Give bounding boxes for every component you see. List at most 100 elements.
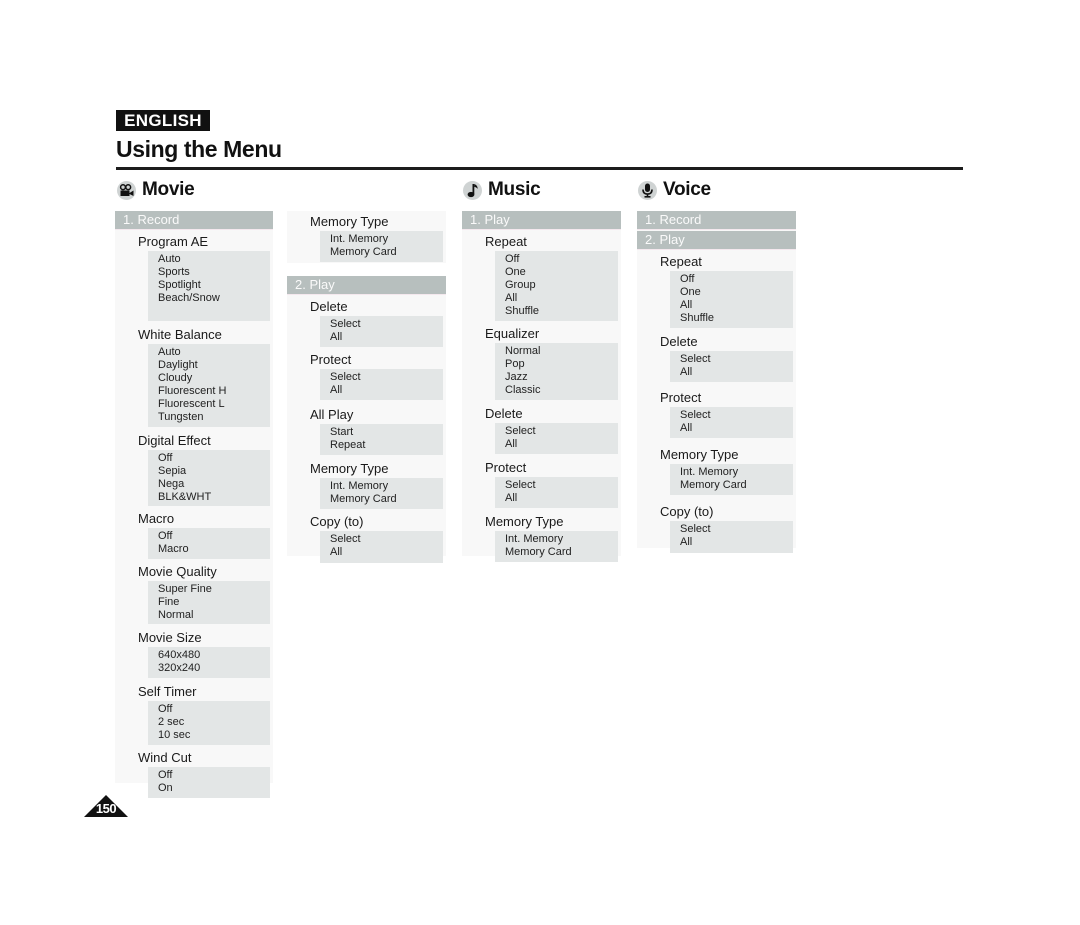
menu-option[interactable]: Normal — [158, 609, 270, 622]
menu-option[interactable]: Nega — [158, 478, 270, 491]
menu-group-label[interactable]: Delete — [637, 334, 796, 350]
menu-option[interactable]: Memory Card — [330, 246, 443, 259]
menu-group-label[interactable]: Protect — [287, 352, 446, 368]
menu-option[interactable]: Tungsten — [158, 411, 270, 424]
menu-option[interactable]: All — [680, 536, 793, 549]
menu-group-label[interactable]: Program AE — [115, 234, 273, 250]
menu-group-label[interactable]: Repeat — [637, 254, 796, 270]
menu-option[interactable]: Fine — [158, 596, 270, 609]
menu-option[interactable]: Sepia — [158, 465, 270, 478]
menu-option[interactable]: Off — [158, 530, 270, 543]
menu-options-box: Auto Sports Spotlight Beach/Snow — [148, 251, 270, 321]
menu-group-label[interactable]: Memory Type — [287, 461, 446, 477]
menu-option[interactable]: One — [680, 286, 793, 299]
menu-option[interactable]: Select — [505, 425, 618, 438]
menu-header-movie-play[interactable]: 2. Play — [287, 276, 446, 295]
menu-option[interactable]: Select — [330, 533, 443, 546]
menu-option[interactable]: Daylight — [158, 359, 270, 372]
movie-record-continued-groups: Memory Type Int. Memory Memory Card — [287, 214, 446, 262]
menu-option[interactable]: Int. Memory — [680, 466, 793, 479]
menu-group-label[interactable]: Digital Effect — [115, 433, 273, 449]
menu-group-label[interactable]: Movie Quality — [115, 564, 273, 580]
menu-option[interactable]: Select — [505, 479, 618, 492]
menu-option[interactable]: All — [330, 546, 443, 559]
menu-group-label[interactable]: Repeat — [462, 234, 621, 250]
menu-group-label[interactable]: Macro — [115, 511, 273, 527]
menu-group-label[interactable]: Copy (to) — [287, 514, 446, 530]
menu-group-label[interactable]: Equalizer — [462, 326, 621, 342]
movie-record-continued-panel: Memory Type Int. Memory Memory Card — [287, 211, 446, 263]
menu-option[interactable]: Jazz — [505, 371, 618, 384]
menu-option[interactable]: Repeat — [330, 439, 443, 452]
menu-option[interactable]: Sports — [158, 266, 270, 279]
menu-option[interactable]: Off — [158, 769, 270, 782]
menu-group-label[interactable]: Self Timer — [115, 684, 273, 700]
menu-group-label[interactable]: Memory Type — [462, 514, 621, 530]
menu-option[interactable]: Cloudy — [158, 372, 270, 385]
menu-group-label[interactable]: Wind Cut — [115, 750, 273, 766]
menu-option[interactable]: 10 sec — [158, 729, 270, 742]
menu-option[interactable]: Group — [505, 279, 618, 292]
menu-option[interactable]: 320x240 — [158, 662, 270, 675]
menu-option[interactable]: Off — [158, 703, 270, 716]
menu-option[interactable]: On — [158, 782, 270, 795]
menu-option[interactable]: Int. Memory — [505, 533, 618, 546]
menu-option[interactable]: All — [330, 384, 443, 397]
menu-option[interactable]: Normal — [505, 345, 618, 358]
menu-header-movie-record[interactable]: 1. Record — [115, 211, 273, 230]
menu-option[interactable]: One — [505, 266, 618, 279]
menu-option[interactable]: All — [680, 366, 793, 379]
menu-option[interactable]: 2 sec — [158, 716, 270, 729]
menu-option[interactable]: Memory Card — [680, 479, 793, 492]
menu-option[interactable]: Shuffle — [680, 312, 793, 325]
menu-option[interactable]: Memory Card — [505, 546, 618, 559]
menu-group-label[interactable]: Delete — [462, 406, 621, 422]
menu-group-label[interactable]: All Play — [287, 407, 446, 423]
menu-option[interactable]: Off — [680, 273, 793, 286]
menu-group-label[interactable]: Movie Size — [115, 630, 273, 646]
menu-header-music-play[interactable]: 1. Play — [462, 211, 621, 230]
menu-option[interactable]: Super Fine — [158, 583, 270, 596]
menu-group-label[interactable]: Copy (to) — [637, 504, 796, 520]
menu-option[interactable]: Macro — [158, 543, 270, 556]
menu-option[interactable]: Select — [330, 318, 443, 331]
section-title-voice: Voice — [663, 179, 711, 200]
menu-option[interactable]: Select — [680, 353, 793, 366]
menu-header-voice-play[interactable]: 2. Play — [637, 231, 796, 250]
menu-option[interactable]: Fluorescent H — [158, 385, 270, 398]
menu-option[interactable]: All — [505, 438, 618, 451]
menu-option[interactable]: BLK&WHT — [158, 491, 270, 504]
menu-option[interactable]: Auto — [158, 253, 270, 266]
menu-option[interactable]: Off — [158, 452, 270, 465]
menu-group-label[interactable]: Protect — [462, 460, 621, 476]
menu-option[interactable]: Auto — [158, 346, 270, 359]
menu-option[interactable]: Classic — [505, 384, 618, 397]
menu-option[interactable]: Select — [680, 409, 793, 422]
menu-option[interactable]: Start — [330, 426, 443, 439]
menu-option[interactable]: Memory Card — [330, 493, 443, 506]
menu-option[interactable]: Shuffle — [505, 305, 618, 318]
menu-option[interactable]: Off — [505, 253, 618, 266]
menu-option[interactable]: All — [505, 292, 618, 305]
menu-option[interactable]: All — [505, 492, 618, 505]
menu-option[interactable]: Int. Memory — [330, 233, 443, 246]
menu-group-label[interactable]: Delete — [287, 299, 446, 315]
menu-option[interactable]: Select — [330, 371, 443, 384]
menu-option[interactable]: Select — [680, 523, 793, 536]
menu-option[interactable]: Beach/Snow — [158, 292, 270, 305]
menu-option[interactable]: All — [680, 422, 793, 435]
menu-option[interactable]: Spotlight — [158, 279, 270, 292]
menu-group-label[interactable]: Protect — [637, 390, 796, 406]
menu-header-voice-record[interactable]: 1. Record — [637, 211, 796, 230]
menu-group-label[interactable]: Memory Type — [287, 214, 446, 230]
menu-option[interactable]: 640x480 — [158, 649, 270, 662]
menu-option[interactable]: Fluorescent L — [158, 398, 270, 411]
menu-options-box: Off On — [148, 767, 270, 798]
menu-options-box: Off Sepia Nega BLK&WHT — [148, 450, 270, 506]
menu-option[interactable]: All — [680, 299, 793, 312]
menu-option[interactable]: Int. Memory — [330, 480, 443, 493]
menu-group-label[interactable]: Memory Type — [637, 447, 796, 463]
menu-option[interactable]: Pop — [505, 358, 618, 371]
menu-option[interactable]: All — [330, 331, 443, 344]
menu-group-label[interactable]: White Balance — [115, 327, 273, 343]
